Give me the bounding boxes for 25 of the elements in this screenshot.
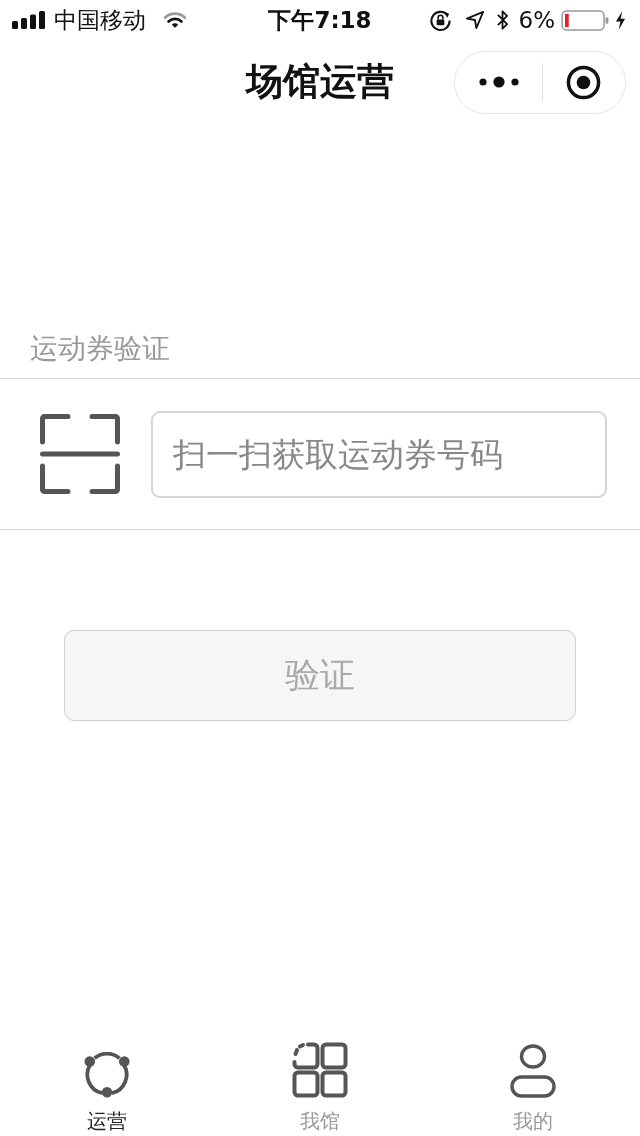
signal-icon — [12, 11, 46, 29]
scan-button[interactable] — [40, 414, 120, 494]
charging-bolt-icon — [615, 10, 626, 30]
bluetooth-icon — [495, 9, 509, 31]
battery-percent: 6% — [518, 6, 555, 34]
tab[interactable]: 运营 — [0, 1036, 214, 1136]
wifi-icon — [164, 11, 186, 29]
battery-icon — [561, 9, 609, 31]
target-icon — [566, 64, 601, 100]
person-icon — [510, 1044, 557, 1098]
page-title: 场馆运营 — [246, 60, 394, 104]
status-time: 下午7:18 — [268, 6, 372, 34]
location-arrow-icon — [465, 11, 484, 29]
section-label: 运动券验证 — [29, 332, 170, 366]
more-icon — [479, 76, 519, 88]
close-button[interactable] — [566, 64, 601, 100]
carrier-name: 中国移动 — [54, 6, 146, 34]
tab[interactable]: 我馆 — [213, 1036, 427, 1136]
more-button[interactable] — [479, 76, 519, 88]
scan-icon — [40, 414, 120, 494]
tab[interactable]: 我的 — [426, 1036, 640, 1136]
voucher-input-field[interactable]: 扫一扫获取运动券号码 — [151, 410, 607, 498]
rotation-lock-icon — [428, 8, 452, 32]
network-icon — [82, 1052, 131, 1098]
grid-icon — [292, 1042, 348, 1098]
